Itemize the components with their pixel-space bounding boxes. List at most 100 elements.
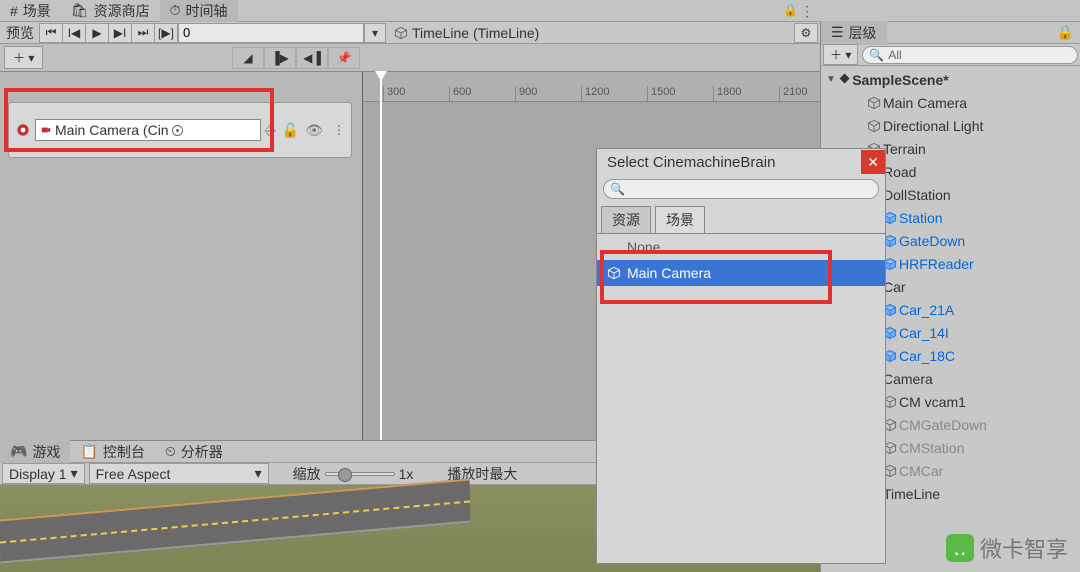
- track-tools: ⎆ 🔓 👁 ⋮: [265, 122, 345, 139]
- cinemachine-icon: [15, 122, 31, 138]
- tab-timeline[interactable]: ⏱时间轴: [160, 0, 238, 23]
- popup-search[interactable]: 🔍: [603, 179, 879, 199]
- tree-label: Camera: [883, 371, 1076, 387]
- popup-tabs: 资源 场景: [597, 203, 885, 234]
- cube-icon: [394, 26, 408, 40]
- replace-mode-button[interactable]: 📌: [328, 47, 360, 69]
- hierarchy-icon: ☰: [831, 24, 844, 41]
- gamepad-icon: 🎮: [10, 443, 27, 460]
- ruler-tick: 1200: [581, 86, 609, 102]
- console-icon: 📋: [80, 443, 97, 460]
- curve-icon[interactable]: ⎆: [265, 122, 276, 139]
- tree-label: GateDown: [899, 233, 1076, 249]
- aspect-label: Free Aspect: [96, 466, 171, 482]
- timeline-toolbar: 预览 ⏮ I◀ ▶ ▶I ⏭ [▶] ▾ TimeLine (TimeLine)…: [0, 22, 820, 44]
- tree-label: TimeLine: [883, 486, 1076, 502]
- timeline-asset-bar[interactable]: TimeLine (TimeLine): [386, 25, 794, 41]
- lock-track-icon[interactable]: 🔓: [282, 122, 299, 139]
- scale-label: 缩放: [293, 464, 321, 484]
- popup-title: Select CinemachineBrain: [607, 154, 775, 171]
- tab-profiler[interactable]: ⏲分析器: [155, 440, 233, 464]
- ripple-mode-button[interactable]: ◀▐: [296, 47, 328, 69]
- hierarchy-header: ☰层级 🔒: [821, 22, 1080, 44]
- ruler-tick: 300: [383, 86, 405, 102]
- tree-label: Car_21A: [899, 302, 1076, 318]
- scene-label: SampleScene*: [852, 72, 1076, 88]
- camera-icon: [40, 124, 52, 136]
- display-select[interactable]: Display 1 ▾: [2, 463, 85, 484]
- panel-menu-icon[interactable]: ⋮: [800, 3, 814, 20]
- ruler-tick: 600: [449, 86, 471, 102]
- watermark: 微卡智享: [946, 532, 1068, 564]
- mix-mode-button[interactable]: ▐▶: [264, 47, 296, 69]
- play-range-button[interactable]: [▶]: [154, 23, 178, 43]
- bag-icon: 🛍: [71, 2, 89, 19]
- ruler-tick: 1800: [713, 86, 741, 102]
- tab-profiler-label: 分析器: [181, 442, 223, 462]
- tab-console-label: 控制台: [103, 442, 145, 462]
- track-binding-field[interactable]: Main Camera (Cin: [35, 119, 261, 141]
- search-icon: 🔍: [869, 48, 884, 62]
- ruler-tick: 2100: [779, 86, 807, 102]
- tree-item[interactable]: Directional Light: [821, 114, 1080, 137]
- tab-game[interactable]: 🎮 游戏: [0, 440, 70, 464]
- popup-search-input[interactable]: [625, 182, 872, 197]
- main-area: 预览 ⏮ I◀ ▶ ▶I ⏭ [▶] ▾ TimeLine (TimeLine)…: [0, 22, 1080, 572]
- popup-tab-assets[interactable]: 资源: [601, 206, 651, 233]
- prev-frame-button[interactable]: I◀: [62, 23, 86, 43]
- popup-close-button[interactable]: ✕: [861, 150, 885, 174]
- display-label: Display 1: [9, 466, 67, 482]
- cube-icon: [607, 266, 621, 280]
- settings-button[interactable]: ⚙: [794, 23, 818, 43]
- watermark-text: 微卡智享: [980, 532, 1068, 564]
- tree-label: DollStation: [883, 187, 1076, 203]
- tab-scene[interactable]: #场景: [0, 0, 61, 23]
- scale-slider[interactable]: [325, 472, 395, 476]
- goto-end-button[interactable]: ⏭: [131, 23, 155, 43]
- tab-store-label: 资源商店: [94, 1, 150, 21]
- add-track-button[interactable]: ＋ ▾: [4, 46, 43, 69]
- hierarchy-add-button[interactable]: ＋ ▾: [823, 44, 858, 65]
- tab-hierarchy[interactable]: ☰层级: [821, 21, 887, 45]
- timeline-icon: ⏱: [170, 2, 181, 19]
- search-icon: 🔍: [610, 182, 625, 196]
- marker-icon[interactable]: ◢: [232, 47, 264, 69]
- play-button[interactable]: ▶: [85, 23, 109, 43]
- popup-item-label: Main Camera: [627, 265, 711, 281]
- frame-input[interactable]: [178, 23, 364, 43]
- tree-label: CMGateDown: [899, 417, 1076, 433]
- popup-item-none[interactable]: None: [597, 234, 885, 260]
- ruler-tick: 1500: [647, 86, 675, 102]
- popup-tab-scene[interactable]: 场景: [655, 206, 705, 233]
- tab-console[interactable]: 📋 控制台: [70, 440, 154, 464]
- preview-label[interactable]: 预览: [0, 23, 40, 43]
- tree-label: CMStation: [899, 440, 1076, 456]
- track-menu-icon[interactable]: ⋮: [333, 123, 345, 137]
- tree-label: Car: [883, 279, 1076, 295]
- aspect-select[interactable]: Free Aspect ▾: [89, 463, 269, 484]
- scene-root[interactable]: ▼ ⯁ SampleScene*: [821, 68, 1080, 91]
- tab-asset-store[interactable]: 🛍 资源商店: [61, 0, 160, 23]
- tree-label: Main Camera: [883, 95, 1076, 111]
- object-picker-icon[interactable]: [172, 125, 183, 136]
- tree-item[interactable]: Main Camera: [821, 91, 1080, 114]
- timeline-asset-label: TimeLine (TimeLine): [412, 25, 539, 41]
- playhead[interactable]: [380, 72, 382, 440]
- cinemachine-track[interactable]: Main Camera (Cin ⎆ 🔓 👁 ⋮: [8, 102, 352, 158]
- frame-dropdown[interactable]: ▾: [364, 23, 386, 43]
- goto-start-button[interactable]: ⏮: [39, 23, 63, 43]
- road-line: [0, 500, 470, 543]
- mute-track-icon[interactable]: 👁: [305, 122, 323, 139]
- unity-icon: ⯁: [839, 71, 850, 88]
- expand-arrow[interactable]: ▼: [825, 74, 837, 85]
- lock-icon[interactable]: 🔒: [1057, 24, 1074, 41]
- grid-icon: #: [10, 3, 18, 19]
- tab-game-label: 游戏: [32, 442, 60, 462]
- popup-item-main-camera[interactable]: Main Camera: [597, 260, 885, 286]
- next-frame-button[interactable]: ▶I: [108, 23, 132, 43]
- hierarchy-search[interactable]: 🔍 All: [862, 46, 1078, 64]
- timeline-ruler[interactable]: 300 600 900 1200 1500 1800 2100: [363, 72, 820, 102]
- lock-icon[interactable]: 🔒: [783, 3, 798, 17]
- object-picker-popup: Select CinemachineBrain ✕ 🔍 资源 场景 None M…: [596, 148, 886, 564]
- tree-label: Road: [883, 164, 1076, 180]
